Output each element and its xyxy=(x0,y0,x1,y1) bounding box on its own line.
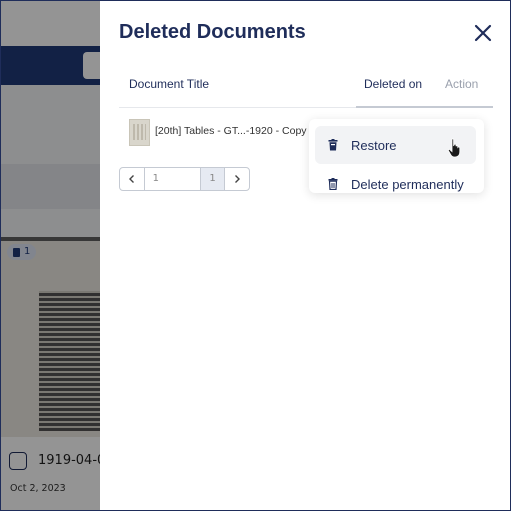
trash-restore-icon xyxy=(328,139,338,151)
header-divider xyxy=(119,107,356,108)
prev-page-button[interactable] xyxy=(120,168,144,190)
document-title: [20th] Tables - GT...-1920 - Copy xyxy=(155,125,307,137)
header-divider xyxy=(356,106,493,108)
document-thumbnail xyxy=(129,119,150,146)
modal-overlay[interactable] xyxy=(1,1,100,510)
hand-pointer-icon xyxy=(447,138,461,158)
chevron-right-icon xyxy=(235,175,241,183)
page-input[interactable]: 1 xyxy=(143,168,200,190)
total-pages: 1 xyxy=(199,168,226,190)
trash-icon xyxy=(328,178,338,190)
close-icon[interactable] xyxy=(473,23,493,43)
app-window: 1 1919-04-04 Oct 2, 2023 Deleted Documen… xyxy=(0,0,511,511)
delete-permanently-label: Delete permanently xyxy=(351,176,464,192)
column-header-title[interactable]: Document Title xyxy=(129,77,209,91)
column-header-deleted-on[interactable]: Deleted on xyxy=(364,77,422,91)
drawer-title: Deleted Documents xyxy=(119,21,306,43)
chevron-left-icon xyxy=(128,175,134,183)
delete-permanently-menu-item[interactable]: Delete permanently xyxy=(315,165,476,193)
deleted-documents-drawer: Deleted Documents Document Title Deleted… xyxy=(100,1,510,510)
column-header-action: Action xyxy=(445,77,479,91)
restore-label: Restore xyxy=(351,137,397,153)
next-page-button[interactable] xyxy=(225,168,249,190)
pagination: 1 1 xyxy=(119,167,250,191)
